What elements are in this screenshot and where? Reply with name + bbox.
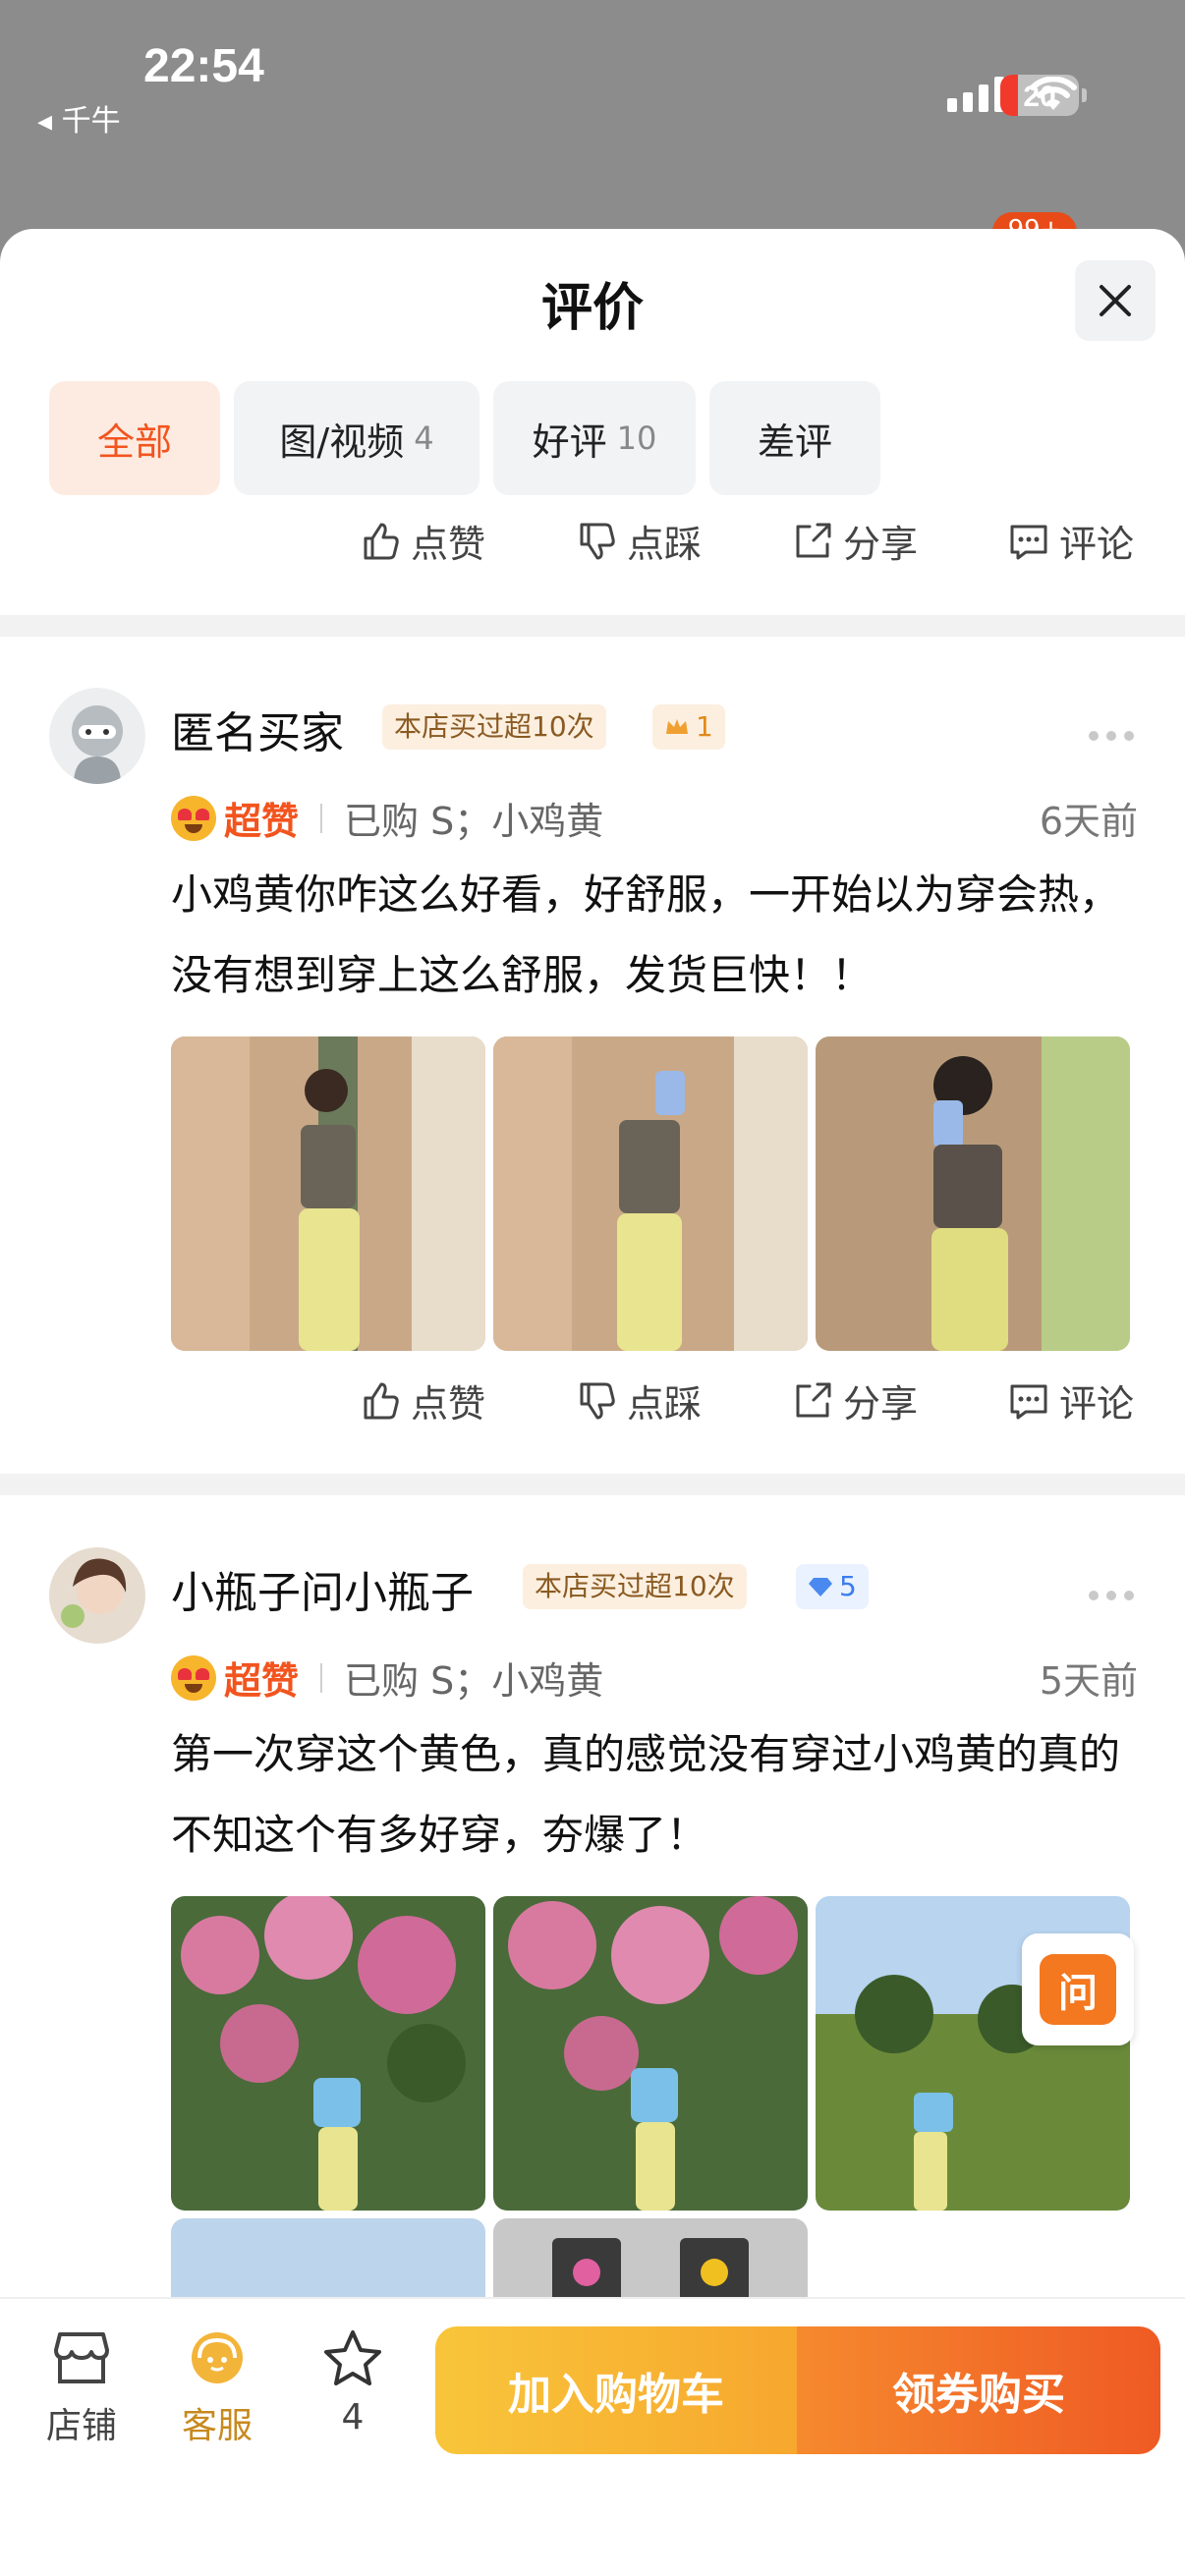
share-label: 分享 [842,523,918,566]
filter-all[interactable]: 全部 [49,381,220,495]
review-filter-tabs: 全部 图/视频 4 好评 10 差评 [49,381,880,495]
star-icon [324,2330,381,2385]
sheet-title: 评价 [540,279,644,338]
filter-negative[interactable]: 差评 [709,381,880,495]
review-text: 小鸡黄你咋这么好看，好舒服，一开始以为穿会热，没有想到穿上这么舒服，发货巨快！！ [171,870,1121,999]
like-label: 点赞 [411,523,486,566]
comment-icon [1010,525,1047,559]
member-level: 1 [696,710,713,743]
customer-service-icon [192,2332,243,2383]
close-button[interactable] [1075,260,1156,341]
favorites-count: 4 [341,2397,365,2437]
avatar[interactable] [49,1547,145,1644]
member-level-badge: 5 [796,1564,869,1609]
filter-count: 4 [414,420,434,457]
comment-label: 评论 [1058,523,1134,566]
thumbs-up-icon [364,523,399,559]
thumbs-down-icon [580,523,615,559]
more-options-icon[interactable] [1089,1591,1134,1600]
review-photo[interactable] [816,1036,1130,1351]
share-icon [796,1382,831,1417]
review-meta: 超赞 已购 S；小鸡黄 [171,1651,603,1705]
member-level: 5 [839,1570,857,1602]
filter-label: 图/视频 [279,420,405,464]
like-button[interactable]: 点赞 [358,1373,485,1428]
more-options-icon[interactable] [1089,731,1134,741]
review-photo[interactable] [171,1036,485,1351]
reviews-sheet: 评价 全部 图/视频 4 好评 10 差评 点赞 点踩 分享 评论 匿名买家 本… [0,229,1185,2576]
member-level-badge: 1 [652,704,725,750]
share-label: 分享 [842,1382,918,1426]
purchased-variant: 已购 S；小鸡黄 [344,800,604,843]
share-icon [796,523,831,557]
review-text: 第一次穿这个黄色，真的感觉没有穿过小鸡黄的真的不知这个有多好穿，夯爆了！ [171,1730,1121,1859]
favorite-button[interactable]: 4 [299,2328,407,2437]
battery-level: 20 [1023,81,1056,113]
review-username: 匿名买家 [171,708,344,758]
comment-label: 评论 [1058,1382,1134,1426]
customer-service-label: 客服 [181,2406,253,2446]
review-meta: 超赞 已购 S；小鸡黄 [171,791,603,845]
review-action-row: 点赞 点踩 分享 评论 [358,1373,1134,1428]
like-label: 点赞 [411,1382,486,1426]
customer-service-button[interactable]: 客服 [163,2328,271,2448]
heart-eyes-emoji-icon [171,795,216,841]
rating-label: 超赞 [224,1659,300,1703]
cellular-signal-icon [947,77,1004,112]
ask-icon: 问 [1040,1954,1116,2025]
share-button[interactable]: 分享 [790,1373,918,1428]
rating-label: 超赞 [224,800,300,843]
thumbs-down-icon [580,1382,615,1419]
filter-media[interactable]: 图/视频 4 [234,381,480,495]
like-button[interactable]: 点赞 [358,514,485,568]
anonymous-avatar-icon [49,688,145,784]
store-icon [54,2332,109,2383]
filter-label: 差评 [757,420,832,464]
ask-question-button[interactable]: 问 [1022,1933,1134,2045]
store-button[interactable]: 店铺 [28,2328,136,2448]
review-photo[interactable] [171,1896,485,2211]
purchased-variant: 已购 S；小鸡黄 [344,1659,604,1703]
filter-positive[interactable]: 好评 10 [493,381,696,495]
comment-button[interactable]: 评论 [1006,1373,1134,1428]
share-button[interactable]: 分享 [790,514,918,568]
filter-label: 全部 [96,420,172,464]
review-photo[interactable] [493,1896,808,2211]
status-bar: 22:54 ◂ 千牛 20 [0,0,1185,147]
dislike-label: 点踩 [626,523,702,566]
review-username: 小瓶子问小瓶子 [171,1568,474,1618]
repeat-buyer-badge: 本店买过超10次 [523,1564,747,1609]
summary-action-row: 点赞 点踩 分享 评论 [358,514,1134,568]
section-divider [0,615,1185,637]
filter-label: 好评 [532,420,607,464]
review-time: 6天前 [1039,800,1138,843]
dislike-button[interactable]: 点踩 [574,514,702,568]
section-divider [0,1474,1185,1495]
bottom-action-bar: 店铺 客服 4 加入购物车 领券购买 [0,2297,1185,2576]
close-icon [1100,285,1131,316]
purchase-buttons: 加入购物车 领券购买 [435,2326,1160,2454]
battery-icon: 20 [1000,75,1087,116]
review-time: 5天前 [1039,1659,1138,1703]
dislike-button[interactable]: 点踩 [574,1373,702,1428]
coupon-buy-button[interactable]: 领券购买 [797,2326,1160,2454]
add-to-cart-button[interactable]: 加入购物车 [435,2326,797,2454]
repeat-buyer-badge: 本店买过超10次 [382,704,606,750]
heart-eyes-emoji-icon [171,1654,216,1701]
dislike-label: 点踩 [626,1382,702,1426]
avatar[interactable] [49,688,145,784]
review-photo[interactable] [493,1036,808,1351]
diamond-icon [809,1578,832,1596]
comment-button[interactable]: 评论 [1006,514,1134,568]
filter-count: 10 [616,420,657,457]
thumbs-up-icon [364,1382,399,1419]
status-time: 22:54 [143,40,264,92]
comment-icon [1010,1384,1047,1419]
crown-icon [666,719,688,734]
store-label: 店铺 [45,2406,117,2446]
user-avatar-icon [49,1547,145,1644]
back-to-app-link[interactable]: ◂ 千牛 [37,96,121,140]
